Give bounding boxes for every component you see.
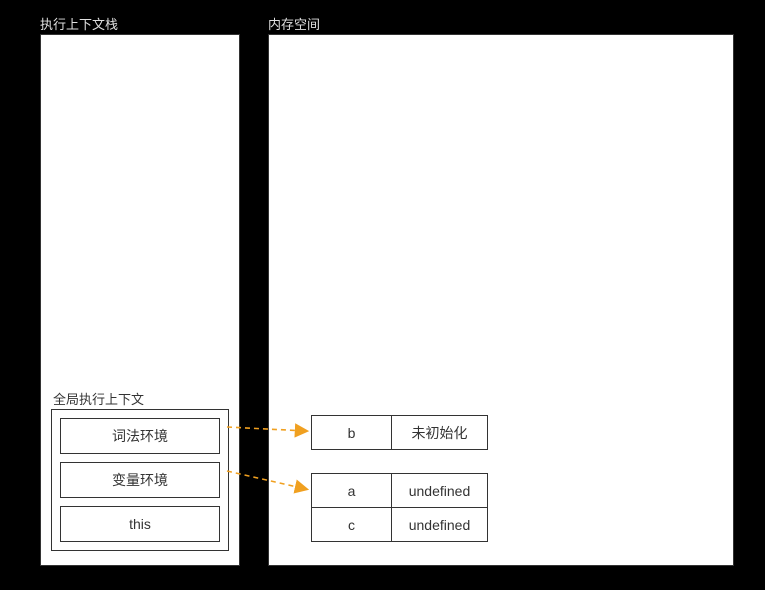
- var-name-cell: a: [312, 474, 392, 508]
- variable-env-table: a undefined c undefined: [311, 473, 488, 542]
- global-context-title: 全局执行上下文: [53, 389, 144, 408]
- table-row: c undefined: [312, 508, 488, 542]
- lexical-env-table: b 未初始化: [311, 415, 488, 450]
- var-name-cell: c: [312, 508, 392, 542]
- lexical-environment-label: 词法环境: [112, 426, 168, 446]
- variable-environment-label: 变量环境: [112, 470, 168, 490]
- table-row: b 未初始化: [312, 416, 488, 450]
- this-binding-label: this: [129, 516, 151, 532]
- global-execution-context: 词法环境 变量环境 this: [51, 409, 229, 551]
- variable-environment-box: 变量环境: [60, 462, 220, 498]
- var-value-cell: undefined: [392, 474, 488, 508]
- lexical-environment-box: 词法环境: [60, 418, 220, 454]
- execution-context-stack: 全局执行上下文 词法环境 变量环境 this: [40, 34, 240, 566]
- diagram-canvas: 执行上下文栈 全局执行上下文 词法环境 变量环境 this 内存空间 b 未初始…: [0, 0, 765, 590]
- var-value-cell: 未初始化: [392, 416, 488, 450]
- stack-title: 执行上下文栈: [40, 14, 118, 33]
- var-value-cell: undefined: [392, 508, 488, 542]
- memory-title: 内存空间: [268, 14, 320, 33]
- table-row: a undefined: [312, 474, 488, 508]
- this-binding-box: this: [60, 506, 220, 542]
- memory-space: b 未初始化 a undefined c undefined: [268, 34, 734, 566]
- var-name-cell: b: [312, 416, 392, 450]
